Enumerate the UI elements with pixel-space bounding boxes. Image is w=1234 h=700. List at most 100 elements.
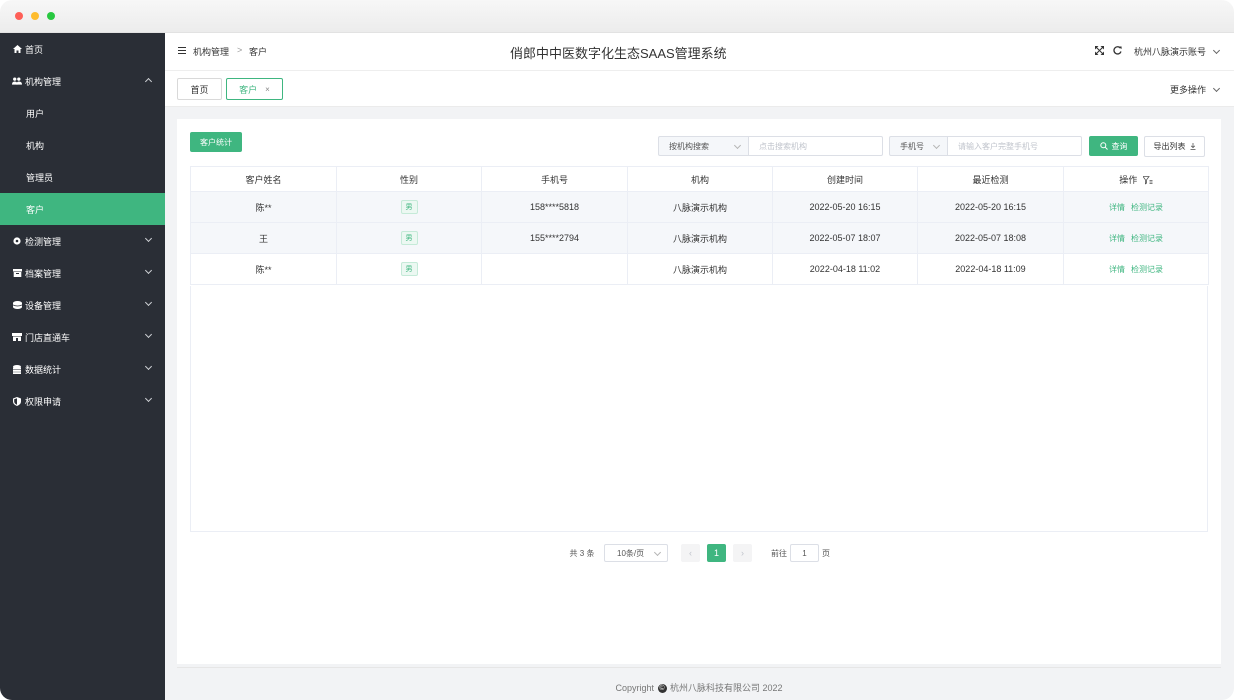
cell-actions: 详情 检测记录 [1063,253,1209,285]
prev-page-button[interactable]: ‹ [681,544,700,562]
gender-badge: 男 [400,200,418,214]
cell-last-detect: 2022-05-07 18:08 [917,222,1064,254]
customer-table: 客户姓名 性别 手机号 机构 创建时间 最近检测 操作 陈** 男 158***… [190,166,1209,285]
footer-divider [177,667,1221,668]
cell-gender: 男 [336,222,482,254]
home-icon [12,45,22,53]
cell-actions: 详情 检测记录 [1063,222,1209,254]
input-placeholder: 请输入客户完整手机号 [958,141,1038,151]
tab-customer[interactable]: 客户 × [226,78,283,100]
detect-record-link[interactable]: 检测记录 [1131,234,1163,243]
close-window-button[interactable] [15,12,23,20]
sidebar-item-admins[interactable]: 管理员 [0,161,165,193]
sidebar-item-store[interactable]: 门店直通车 [0,321,165,353]
sidebar-item-statistics[interactable]: 数据统计 [0,353,165,385]
page-number-button[interactable]: 1 [707,544,726,562]
chevron-down-icon[interactable] [1212,46,1221,55]
copyright-icon: © [657,684,667,694]
maximize-window-button[interactable] [47,12,55,20]
tab-label: 客户 [239,84,258,95]
menu-toggle-icon[interactable] [178,47,186,54]
cell-name: 陈** [190,253,337,285]
org-search-input[interactable]: 点击搜索机构 [749,136,883,156]
table-row[interactable]: 陈** 男 八脉演示机构 2022-04-18 11:02 2022-04-18… [190,253,1209,285]
select-value: 10条/页 [617,548,645,558]
close-icon[interactable]: × [265,85,270,94]
sidebar-item-orgs[interactable]: 机构 [0,129,165,161]
goto-label: 前往 [771,549,787,558]
sidebar-item-label: 用户 [26,108,45,119]
pagination-total: 共 3 条 [569,549,595,558]
sidebar-item-home[interactable]: 首页 [0,33,165,65]
chevron-down-icon [144,330,153,339]
column-header-name: 客户姓名 [190,166,337,192]
column-header-created: 创建时间 [772,166,918,192]
chevron-down-icon [144,298,153,307]
phone-type-select[interactable]: 手机号 [889,136,948,156]
table-row[interactable]: 陈** 男 158****5818 八脉演示机构 2022-05-20 16:1… [190,191,1209,223]
cell-org: 八脉演示机构 [627,253,773,285]
account-name[interactable]: 杭州八脉演示账号 [1134,45,1206,58]
tab-home[interactable]: 首页 [177,78,222,100]
cell-created: 2022-04-18 11:02 [772,253,918,285]
detail-link[interactable]: 详情 [1109,203,1125,212]
table-row[interactable]: 王 男 155****2794 八脉演示机构 2022-05-07 18:07 … [190,222,1209,254]
cell-name: 王 [190,222,337,254]
refresh-icon[interactable] [1113,46,1122,58]
table-empty-area [190,286,1208,532]
sidebar-item-detection[interactable]: 检测管理 [0,225,165,257]
column-settings-icon[interactable] [1142,175,1153,185]
sidebar-item-label: 首页 [25,44,44,55]
detect-icon [12,237,22,245]
database-icon [12,364,22,374]
sidebar-item-label: 数据统计 [25,364,62,375]
tabs-bar: 首页 客户 × 更多操作 [165,71,1234,107]
customer-stats-button[interactable]: 客户统计 [190,132,242,152]
page-size-select[interactable]: 10条/页 [604,544,668,562]
chevron-right-icon: › [741,548,744,558]
org-search-select[interactable]: 按机构搜索 [658,136,749,156]
sidebar-item-permission[interactable]: 权限申请 [0,385,165,417]
column-header-last-detect: 最近检测 [917,166,1064,192]
more-actions-dropdown[interactable]: 更多操作 [1170,83,1206,96]
cell-last-detect: 2022-04-18 11:09 [917,253,1064,285]
detail-link[interactable]: 详情 [1109,234,1125,243]
export-list-button[interactable]: 导出列表 [1144,136,1205,157]
next-page-button[interactable]: › [733,544,752,562]
detect-record-link[interactable]: 检测记录 [1131,203,1163,212]
goto-page-input[interactable]: 1 [790,544,819,562]
cell-created: 2022-05-07 18:07 [772,222,918,254]
column-header-org: 机构 [627,166,773,192]
input-placeholder: 点击搜索机构 [759,141,807,151]
sidebar-item-label: 管理员 [26,172,54,183]
footer: Copyright © 杭州八脉科技有限公司 2022 [177,681,1221,694]
detail-link[interactable]: 详情 [1109,265,1125,274]
sidebar-item-archive[interactable]: 档案管理 [0,257,165,289]
window-titlebar [0,0,1234,33]
chevron-down-icon [144,234,153,243]
button-label: 导出列表 [1153,142,1186,151]
chevron-down-icon[interactable] [1212,84,1221,93]
chevron-down-icon [144,394,153,403]
sidebar-item-devices[interactable]: 设备管理 [0,289,165,321]
sidebar-item-label: 检测管理 [25,236,62,247]
sidebar-item-label: 机构管理 [25,76,62,87]
chevron-down-icon [144,362,153,371]
breadcrumb-separator: > [237,45,243,55]
sidebar-item-org-management[interactable]: 机构管理 [0,65,165,97]
detect-record-link[interactable]: 检测记录 [1131,265,1163,274]
minimize-window-button[interactable] [31,12,39,20]
cell-actions: 详情 检测记录 [1063,191,1209,223]
sidebar-item-label: 客户 [26,204,45,215]
cell-org: 八脉演示机构 [627,191,773,223]
select-value: 按机构搜索 [669,141,709,151]
select-value: 手机号 [900,141,924,151]
fullscreen-icon[interactable] [1095,46,1104,58]
sidebar: 首页 机构管理 用户 机构 管理员 客户 检测管理 档案管理 设备管理 门店直通… [0,33,165,700]
query-button[interactable]: 查询 [1089,136,1138,156]
breadcrumb-parent[interactable]: 机构管理 [193,45,229,58]
phone-search-input[interactable]: 请输入客户完整手机号 [948,136,1082,156]
cell-gender: 男 [336,253,482,285]
sidebar-item-customers[interactable]: 客户 [0,193,165,225]
sidebar-item-users[interactable]: 用户 [0,97,165,129]
